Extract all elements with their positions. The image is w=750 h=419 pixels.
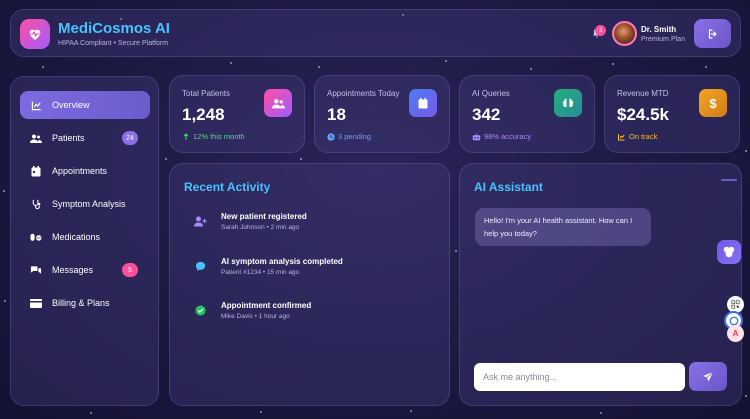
stat-trend: 3 pending [327,132,371,141]
stat-trend: 98% accuracy [472,132,531,141]
sidebar-item-label: Patients [52,133,85,143]
stat-card-ai-queries: AI Queries 342 98% accuracy [459,75,595,153]
recent-activity-panel: Recent Activity New patient registered S… [169,163,450,406]
patients-count-badge: 24 [122,131,138,145]
stethoscope-icon [20,199,46,210]
calendar-icon [409,89,437,117]
sidebar-item-label: Overview [52,100,90,110]
stat-value: 1,248 [182,105,225,124]
stat-value: $24.5k [617,105,669,124]
sidebar-item-label: Messages [52,265,94,275]
ai-assistant-title: AI Assistant [474,180,543,194]
sidebar-item-overview[interactable]: Overview [20,91,150,119]
brand-title: MediCosmos AI [58,20,170,37]
assistant-message: Hello! I'm your AI health assistant. How… [475,208,651,246]
chat-input[interactable] [474,363,685,391]
stat-card-revenue: Revenue MTD $24.5k On track $ [604,75,740,153]
sidebar-item-medications[interactable]: Medications [20,223,150,251]
stat-value: 18 [327,105,346,124]
activity-meta: Patient #1234 • 15 min ago [221,269,300,276]
translate-a-icon[interactable]: A [727,325,744,342]
ai-assistant-panel: AI Assistant Hello! I'm your AI health a… [459,163,742,406]
users-icon [264,89,292,117]
sidebar-item-label: Medications [52,232,101,242]
stat-trend: On track [617,132,657,141]
heart-pulse-icon [20,19,50,49]
sign-out-icon [708,28,717,39]
comments-icon [20,265,46,276]
logout-button[interactable] [694,19,731,48]
stat-trend-text: On track [629,132,658,141]
brand-subtitle: HIPAA Compliant • Secure Platform [58,40,169,47]
chart-line-icon [20,100,46,111]
dollar-icon: $ [699,89,727,117]
sidebar-item-label: Appointments [52,166,108,176]
sidebar-item-messages[interactable]: Messages 5 [20,256,150,284]
stat-trend-text: 12% this month [193,132,245,141]
robot-icon [472,132,481,140]
activity-title: New patient registered [221,212,307,221]
chat-bubble-icon [193,259,207,273]
activity-meta: Sarah Johnson • 2 min ago [221,224,300,231]
activity-title: Appointment confirmed [221,301,312,310]
list-item[interactable]: AI symptom analysis completed Patient #1… [193,257,433,287]
credit-card-icon [20,298,46,308]
recent-activity-title: Recent Activity [184,180,271,194]
activity-meta: Mike Davis • 1 hour ago [221,313,290,320]
paper-plane-icon [703,371,714,381]
stat-trend-text: 98% accuracy [484,132,532,141]
users-icon [20,133,46,144]
arrow-up-icon [183,132,189,140]
notification-badge: 3 [595,25,606,36]
stat-trend-text: 3 pending [338,132,371,141]
send-button[interactable] [689,362,727,391]
user-plus-icon [193,214,207,228]
sidebar-item-label: Symptom Analysis [52,199,126,209]
sidebar-item-appointments[interactable]: Appointments [20,157,150,185]
activity-title: AI symptom analysis completed [221,257,343,266]
pills-icon [20,232,46,242]
stat-label: Total Patients [182,89,231,98]
stat-label: AI Queries [472,89,510,98]
sidebar-item-patients[interactable]: Patients 24 [20,124,150,152]
panel-indicator [721,179,737,181]
sidebar: Overview Patients 24 Appointments Sympto… [10,76,159,406]
stat-label: Revenue MTD [617,89,669,98]
list-item[interactable]: Appointment confirmed Mike Davis • 1 hou… [193,301,433,331]
brain-icon [554,89,582,117]
check-circle-icon [193,303,207,317]
messages-count-badge: 5 [122,263,138,277]
user-name: Dr. Smith [641,25,677,34]
stat-value: 342 [472,105,501,124]
extension-icon[interactable] [717,240,741,264]
calendar-icon [20,165,46,177]
clock-icon [327,132,335,141]
user-plan: Premium Plan [641,36,685,43]
chart-line-icon [618,133,625,140]
sidebar-item-label: Billing & Plans [52,298,110,308]
top-header: MediCosmos AI HIPAA Compliant • Secure P… [10,9,741,57]
stat-label: Appointments Today [327,89,400,98]
avatar[interactable] [612,21,637,46]
stat-card-appointments: Appointments Today 18 3 pending [314,75,450,153]
list-item[interactable]: New patient registered Sarah Johnson • 2… [193,212,433,242]
sidebar-item-billing[interactable]: Billing & Plans [20,289,150,317]
stat-card-total-patients: Total Patients 1,248 12% this month [169,75,305,153]
sidebar-item-symptom-analysis[interactable]: Symptom Analysis [20,190,150,218]
stat-trend: 12% this month [182,132,245,141]
